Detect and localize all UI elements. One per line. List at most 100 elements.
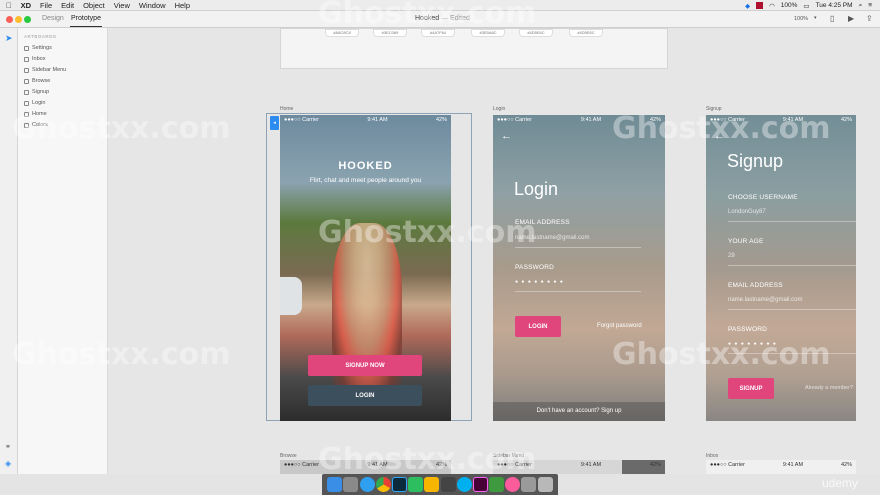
- back-arrow-icon[interactable]: ←: [501, 130, 512, 142]
- photoshop-icon[interactable]: [391, 477, 407, 492]
- status-bar: ●●●○○ Carrier 9:41 AM 42%: [493, 115, 665, 125]
- share-icon[interactable]: ⇪: [866, 14, 873, 23]
- apple-icon[interactable]: : [6, 1, 12, 10]
- login-artboard-label[interactable]: Login: [493, 106, 505, 112]
- sidebar-menu-artboard-label[interactable]: Sidebar Menu: [493, 453, 524, 459]
- play-preview-icon[interactable]: ▶: [848, 14, 854, 23]
- status-time: 9:41 AM: [782, 117, 804, 123]
- signup-submit-button[interactable]: SIGNUP: [728, 378, 774, 399]
- signup-artboard-label[interactable]: Signup: [706, 106, 722, 112]
- swatch-chip[interactable]: #4A7F64: [421, 29, 455, 37]
- safari-icon[interactable]: [359, 477, 375, 492]
- car-shape: [280, 277, 302, 315]
- maximize-window-icon[interactable]: [24, 16, 31, 23]
- inbox-artboard-label[interactable]: Inbox: [706, 453, 718, 459]
- back-arrow-icon[interactable]: ←: [714, 130, 725, 142]
- layer-item-settings[interactable]: Settings: [24, 45, 52, 51]
- select-tool-icon[interactable]: ➤: [5, 33, 13, 44]
- chrome-icon[interactable]: [375, 477, 391, 492]
- zoom-level[interactable]: 100%: [794, 16, 808, 22]
- layer-item-colors[interactable]: Colors: [24, 122, 48, 128]
- status-bar: ●●●○○ Carrier 9:41 AM 42%: [280, 460, 451, 470]
- skype-icon[interactable]: [456, 477, 472, 492]
- menu-object[interactable]: Object: [83, 1, 105, 10]
- colors-artboard[interactable]: #A8C8C8 #3EC089 #4A7F64 #3E5A6C #4D5E6C …: [280, 28, 668, 69]
- swatch-chip[interactable]: #3E5A6C: [471, 29, 505, 37]
- close-window-icon[interactable]: [6, 16, 13, 23]
- list-icon[interactable]: ≡: [868, 2, 872, 9]
- login-submit-button[interactable]: LOGIN: [515, 316, 561, 337]
- evernote-icon[interactable]: [408, 477, 424, 492]
- design-canvas[interactable]: #A8C8C8 #3EC089 #4A7F64 #3E5A6C #4D5E6C …: [108, 28, 880, 474]
- camtasia-icon[interactable]: [489, 477, 505, 492]
- layer-label: Sidebar Menu: [32, 67, 67, 73]
- password-field[interactable]: ● ● ● ● ● ● ● ●: [515, 279, 564, 285]
- browse-artboard-label[interactable]: Browse: [280, 453, 297, 459]
- status-time: 9:41 AM: [367, 117, 388, 123]
- artboard-icon: [24, 67, 29, 73]
- forgot-password-link[interactable]: Forgot password: [597, 323, 642, 329]
- email-field[interactable]: name.lastname@gmail.com: [515, 235, 589, 241]
- menu-edit[interactable]: Edit: [61, 1, 74, 10]
- minimize-window-icon[interactable]: [15, 16, 22, 23]
- tab-prototype[interactable]: Prototype: [71, 15, 101, 22]
- device-preview-icon[interactable]: ▯: [830, 14, 834, 23]
- document-title: Hooked — Edited: [415, 15, 470, 22]
- xd-icon[interactable]: [472, 477, 488, 492]
- swatch-chip[interactable]: #A8C8C8: [325, 29, 359, 37]
- sketch-icon[interactable]: [424, 477, 440, 492]
- signup-footer[interactable]: Don't have an account? Sign up: [493, 402, 665, 421]
- wifi-icon[interactable]: ◠: [769, 2, 775, 10]
- signup-now-button[interactable]: SIGNUP NOW: [308, 355, 422, 376]
- menu-window[interactable]: Window: [139, 1, 166, 10]
- finder-icon[interactable]: [327, 477, 343, 492]
- password-field[interactable]: ● ● ● ● ● ● ● ●: [728, 341, 777, 347]
- screen-icon[interactable]: [521, 477, 537, 492]
- itunes-icon[interactable]: [505, 477, 521, 492]
- username-field[interactable]: LondonGuy87: [728, 209, 766, 215]
- layers-panel: ARTBOARDS Settings Inbox Sidebar Menu Br…: [18, 28, 108, 474]
- layer-label: Signup: [32, 89, 50, 95]
- carrier-text: ●●●○○ Carrier: [497, 462, 532, 468]
- password-label: PASSWORD: [515, 264, 555, 271]
- email-field[interactable]: name.lastname@gmail.com: [728, 297, 802, 303]
- layer-item-home[interactable]: Home: [24, 111, 47, 117]
- inbox-artboard[interactable]: ●●●○○ Carrier 9:41 AM 42%: [706, 460, 856, 474]
- tab-design[interactable]: Design: [42, 15, 64, 22]
- clock[interactable]: Tue 4:25 PM: [816, 2, 853, 9]
- dropbox-icon[interactable]: ◆: [745, 2, 750, 10]
- age-field[interactable]: 29: [728, 253, 735, 259]
- launchpad-icon[interactable]: [343, 477, 359, 492]
- search-icon[interactable]: ⌕: [859, 2, 863, 10]
- menu-xd[interactable]: XD: [21, 1, 31, 10]
- layers-icon[interactable]: ◈: [5, 459, 11, 468]
- battery-icon[interactable]: ▭: [803, 2, 809, 10]
- menu-help[interactable]: Help: [175, 1, 190, 10]
- swatch-chip[interactable]: #4D5E6C: [519, 29, 553, 37]
- already-member-link[interactable]: Already a member?: [805, 385, 853, 391]
- layer-item-inbox[interactable]: Inbox: [24, 56, 45, 62]
- layer-item-sidebar-menu[interactable]: Sidebar Menu: [24, 67, 66, 73]
- zoom-chevron-icon[interactable]: ▾: [814, 15, 817, 21]
- layer-item-login[interactable]: Login: [24, 100, 45, 106]
- home-link-handle[interactable]: ◂: [270, 116, 279, 130]
- home-artboard-label[interactable]: Home: [280, 106, 293, 112]
- menu-file[interactable]: File: [40, 1, 52, 10]
- home-artboard[interactable]: ●●●○○ Carrier 9:41 AM 42% HOOKED Flirt, …: [280, 115, 451, 421]
- trash-icon[interactable]: [537, 477, 553, 492]
- symbols-icon[interactable]: ⚭: [5, 443, 11, 451]
- app-tray-icon[interactable]: [756, 2, 764, 9]
- battery-text: 42%: [840, 462, 852, 468]
- login-artboard[interactable]: ●●●○○ Carrier 9:41 AM 42% ← Login EMAIL …: [493, 115, 665, 421]
- login-button[interactable]: LOGIN: [308, 385, 422, 406]
- menu-view[interactable]: View: [114, 1, 130, 10]
- login-title: Login: [514, 179, 559, 199]
- swatch-chip[interactable]: #3EC089: [373, 29, 407, 37]
- layer-item-browse[interactable]: Browse: [24, 78, 50, 84]
- sidebar-menu-artboard[interactable]: ●●●○○ Carrier 9:41 AM 42%: [493, 460, 665, 474]
- swatch-chip[interactable]: #4D5E6C: [569, 29, 603, 37]
- layer-item-signup[interactable]: Signup: [24, 89, 49, 95]
- browse-artboard[interactable]: ●●●○○ Carrier 9:41 AM 42%: [280, 460, 451, 474]
- signup-artboard[interactable]: ●●●○○ Carrier 9:41 AM 42% ← Signup CHOOS…: [706, 115, 856, 421]
- app-icon[interactable]: [440, 477, 456, 492]
